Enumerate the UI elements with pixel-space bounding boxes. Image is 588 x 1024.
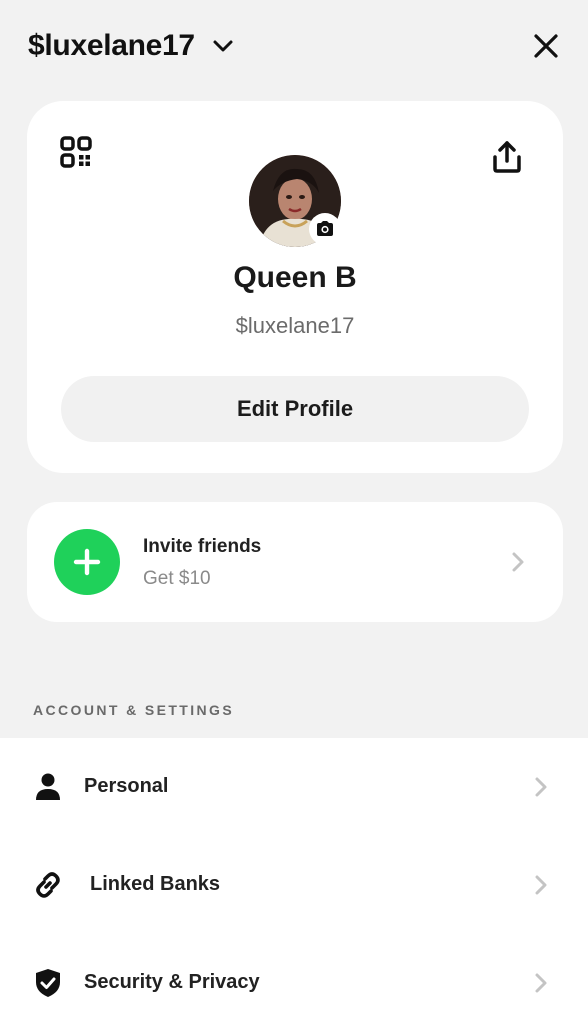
share-icon [493, 141, 521, 173]
close-button[interactable] [528, 28, 564, 64]
account-switcher[interactable]: $luxelane17 [28, 26, 235, 66]
link-icon [36, 872, 60, 898]
section-header-account-settings: ACCOUNT & SETTINGS [33, 702, 235, 718]
invite-title: Invite friends [143, 536, 262, 557]
settings-list: Personal Linked Banks Security & Privacy [0, 738, 588, 1024]
change-photo-button[interactable] [309, 213, 341, 245]
settings-item-personal[interactable]: Personal [0, 738, 588, 836]
invite-friends-card[interactable]: Invite friends Get $10 [27, 502, 563, 622]
qr-code-button[interactable] [59, 135, 93, 169]
share-button[interactable] [489, 139, 525, 175]
shield-check-icon [36, 969, 60, 997]
person-icon [36, 773, 60, 800]
settings-item-label: Personal [84, 775, 169, 797]
plus-icon [54, 529, 120, 595]
settings-item-label: Security & Privacy [84, 971, 260, 993]
avatar-container [249, 155, 341, 247]
top-bar: $luxelane17 [0, 0, 588, 92]
chevron-right-icon [535, 875, 547, 895]
settings-item-security-privacy[interactable]: Security & Privacy [0, 934, 588, 1024]
settings-item-linked-banks[interactable]: Linked Banks [0, 836, 588, 934]
close-icon [534, 34, 558, 58]
chevron-right-icon [535, 777, 547, 797]
profile-name: Queen B [233, 261, 357, 294]
chevron-down-icon [213, 40, 233, 52]
chevron-right-icon [512, 552, 524, 572]
edit-profile-button[interactable]: Edit Profile [61, 376, 529, 442]
camera-icon [317, 221, 333, 236]
profile-cashtag: $luxelane17 [235, 313, 355, 338]
account-handle: $luxelane17 [28, 29, 195, 62]
invite-subtitle: Get $10 [143, 568, 211, 589]
qr-code-icon [60, 136, 92, 168]
profile-card: Queen B $luxelane17 Edit Profile [27, 101, 563, 473]
settings-item-label: Linked Banks [90, 873, 221, 895]
chevron-right-icon [535, 973, 547, 993]
